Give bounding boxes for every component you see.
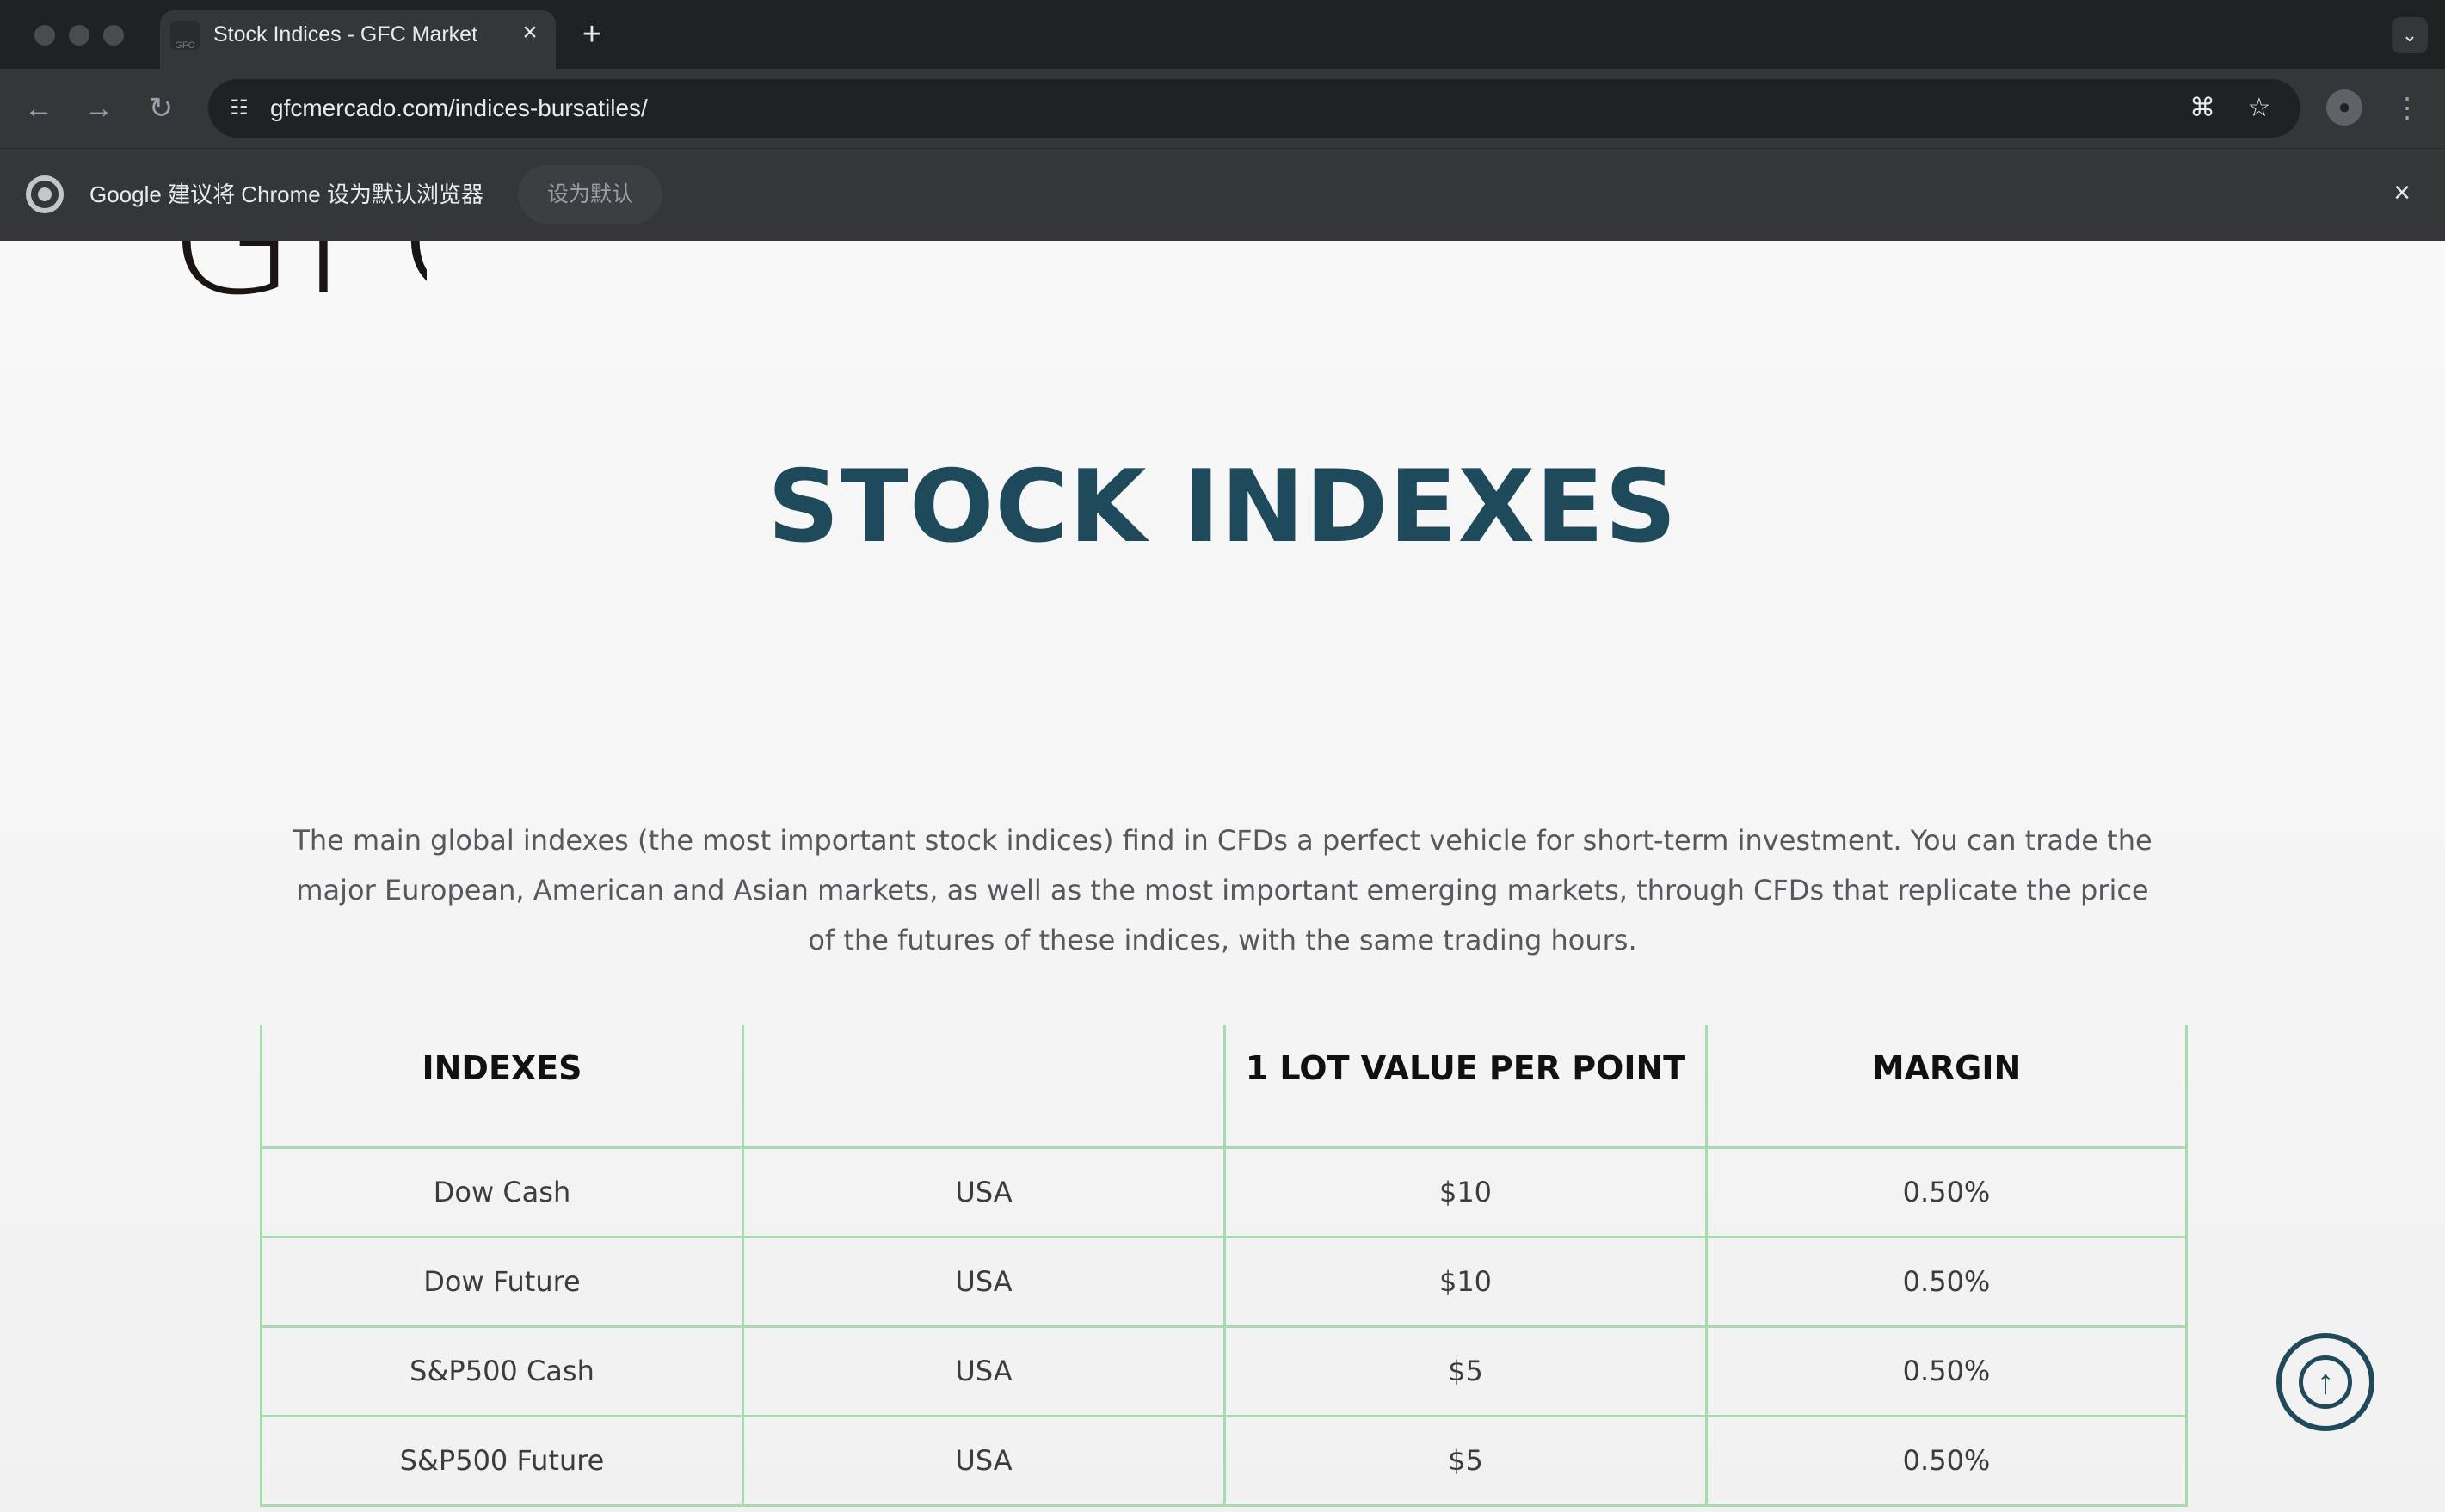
cell-country: USA xyxy=(742,1235,1226,1328)
indexes-table: INDEXES 1 LOT VALUE PER POINT MARGIN Dow… xyxy=(260,1025,2188,1507)
tab-search-chevron-icon[interactable]: ⌄ xyxy=(2392,17,2428,53)
infobar-message: Google 建议将 Chrome 设为默认浏览器 xyxy=(89,181,483,207)
new-tab-plus-icon[interactable]: + xyxy=(575,17,609,52)
cell-country: USA xyxy=(742,1146,1226,1238)
cell-lot-value: $5 xyxy=(1223,1414,1708,1507)
site-info-tune-icon[interactable]: ☷ xyxy=(220,89,258,127)
cell-index: S&P500 Future xyxy=(260,1414,744,1507)
header-margin: MARGIN xyxy=(1705,1025,2188,1149)
translate-icon[interactable]: ⌘ xyxy=(2183,89,2221,127)
profile-avatar-icon[interactable]: ● xyxy=(2326,89,2362,126)
header-country xyxy=(742,1025,1226,1149)
tab-favicon-icon: GFC xyxy=(170,21,200,51)
set-default-button[interactable]: 设为默认 xyxy=(518,165,662,224)
page-content: GFC STOCK INDEXES The main global indexe… xyxy=(0,241,2445,1512)
page-title: STOCK INDEXES xyxy=(767,449,1678,565)
window-close-control[interactable] xyxy=(34,25,55,46)
url-text[interactable]: gfcmercado.com/indices-bursatiles/ xyxy=(270,93,648,124)
window-minimize-control[interactable] xyxy=(69,25,89,46)
cell-index: Dow Future xyxy=(260,1235,744,1328)
chrome-logo-icon xyxy=(26,175,64,213)
table-row: S&P500 Future USA $5 0.50% xyxy=(260,1414,2188,1507)
forward-arrow-icon[interactable]: → xyxy=(79,89,119,128)
cell-lot-value: $10 xyxy=(1223,1146,1708,1238)
cell-country: USA xyxy=(742,1325,1226,1417)
cell-index: Dow Cash xyxy=(260,1146,744,1238)
cell-margin: 0.50% xyxy=(1705,1235,2188,1328)
bookmark-star-icon[interactable]: ☆ xyxy=(2240,89,2278,127)
cell-margin: 0.50% xyxy=(1705,1414,2188,1507)
cell-lot-value: $10 xyxy=(1223,1235,1708,1328)
cell-index: S&P500 Cash xyxy=(260,1325,744,1417)
table-row: S&P500 Cash USA $5 0.50% xyxy=(260,1325,2188,1417)
header-indexes: INDEXES xyxy=(260,1025,744,1149)
logo-text: GFC xyxy=(169,241,427,318)
table-header-row: INDEXES 1 LOT VALUE PER POINT MARGIN xyxy=(260,1025,2188,1149)
cell-margin: 0.50% xyxy=(1705,1325,2188,1417)
back-arrow-icon[interactable]: ← xyxy=(19,89,59,128)
tab-title: Stock Indices - GFC Market xyxy=(213,22,478,46)
more-vert-icon[interactable]: ⋮ xyxy=(2390,88,2424,127)
table-row: Dow Cash USA $10 0.50% xyxy=(260,1146,2188,1238)
intro-paragraph: The main global indexes (the most import… xyxy=(293,824,2152,956)
cell-lot-value: $5 xyxy=(1223,1325,1708,1417)
cell-country: USA xyxy=(742,1414,1226,1507)
cell-margin: 0.50% xyxy=(1705,1146,2188,1238)
window-zoom-control[interactable] xyxy=(103,25,124,46)
scroll-to-top-button[interactable]: ↑ xyxy=(2276,1333,2374,1431)
gfc-logo[interactable]: GFC xyxy=(169,241,427,318)
reload-icon[interactable]: ↻ xyxy=(141,89,181,128)
infobar-close-icon[interactable]: × xyxy=(2385,175,2419,210)
table-row: Dow Future USA $10 0.50% xyxy=(260,1235,2188,1328)
arrow-up-circle-icon: ↑ xyxy=(2299,1355,2352,1409)
header-lot-value: 1 LOT VALUE PER POINT xyxy=(1223,1025,1708,1149)
tab-close-icon[interactable]: × xyxy=(514,17,545,48)
